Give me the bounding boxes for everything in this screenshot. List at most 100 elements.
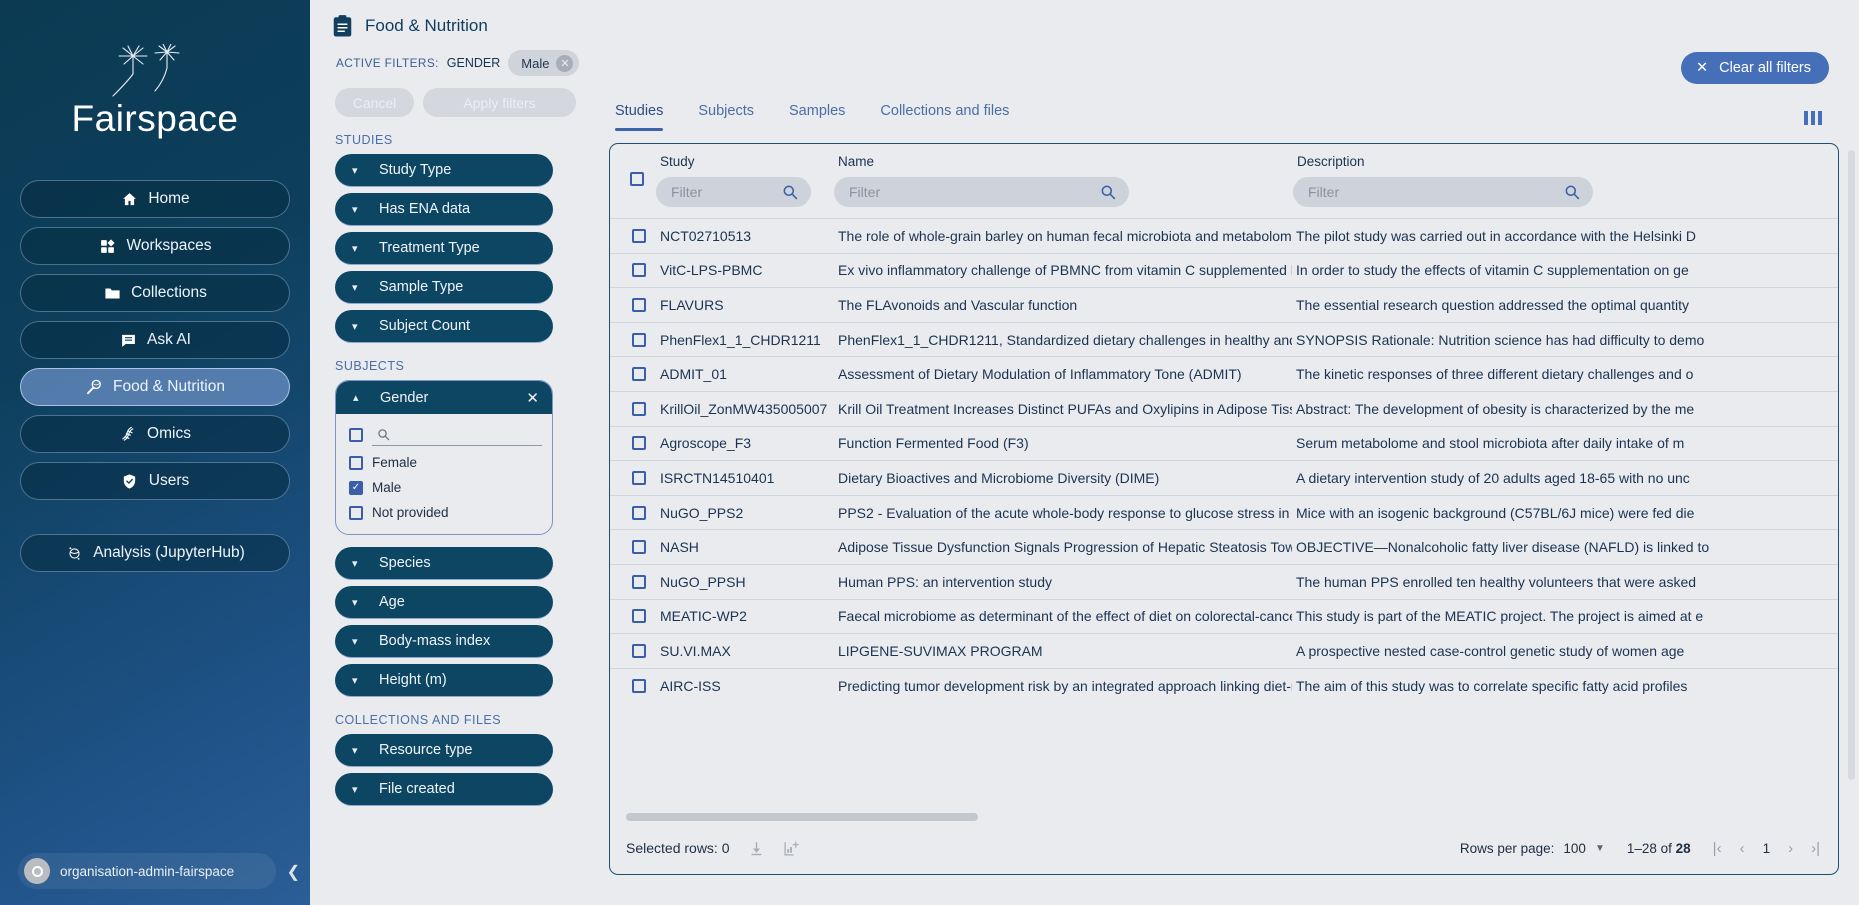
table-row[interactable]: VitC-LPS-PBMC Ex vivo inflammatory challe… — [610, 252, 1838, 288]
next-page-button[interactable]: › — [1788, 840, 1793, 857]
table-row[interactable]: ISRCTN14510401 Dietary Bioactives and Mic… — [610, 460, 1838, 495]
row-checkbox[interactable] — [632, 263, 646, 278]
table-row[interactable]: FLAVURS The FLAvonoids and Vascular funct… — [610, 287, 1838, 322]
vertical-scrollbar[interactable] — [1848, 150, 1855, 780]
row-checkbox[interactable] — [632, 436, 646, 451]
page-title-text: Food & Nutrition — [365, 16, 488, 35]
active-filter-chip[interactable]: Male ✕ — [508, 50, 580, 76]
column-name: Name Filter — [834, 144, 1131, 207]
chevron-down-icon: ▾ — [352, 783, 358, 796]
chevron-down-icon[interactable]: ▼ — [1595, 843, 1605, 854]
previous-page-button[interactable]: ‹ — [1740, 840, 1745, 857]
download-icon[interactable] — [748, 840, 765, 857]
name-filter-input[interactable]: Filter — [834, 177, 1129, 207]
table-row[interactable]: NASH Adipose Tissue Dysfunction Signals P… — [610, 529, 1838, 564]
clear-all-filters-button[interactable]: ✕ Clear all filters — [1680, 52, 1829, 84]
search-icon[interactable] — [1100, 184, 1116, 200]
gender-option-female[interactable]: Female — [336, 450, 552, 475]
collapse-sidebar-icon[interactable]: ❮ — [287, 865, 300, 881]
sidebar-item-collections[interactable]: Collections — [20, 274, 290, 312]
filter-accordion-age[interactable]: ▾ Age — [335, 586, 553, 619]
tab-samples[interactable]: Samples — [789, 103, 845, 142]
sidebar-item-home[interactable]: Home — [20, 180, 290, 218]
remove-filter-icon[interactable]: ✕ — [556, 54, 574, 72]
cancel-button[interactable]: Cancel — [335, 88, 414, 117]
row-checkbox[interactable] — [632, 228, 646, 243]
checkbox[interactable] — [349, 505, 363, 520]
sidebar-item-ask-ai[interactable]: Ask AI — [20, 321, 290, 359]
table-row[interactable]: MEATIC-WP2 Faecal microbiome as determina… — [610, 598, 1838, 634]
row-checkbox[interactable] — [632, 678, 646, 693]
filter-accordion-resource-type[interactable]: ▾ Resource type — [335, 734, 553, 767]
row-checkbox[interactable] — [632, 574, 646, 589]
study-filter-input[interactable]: Filter — [656, 177, 811, 207]
filter-accordion-has-ena-data[interactable]: ▾ Has ENA data — [335, 193, 553, 226]
horizontal-scrollbar[interactable] — [618, 813, 1838, 822]
studies-table: Study Filter Name Filter Description Fil… — [609, 143, 1839, 875]
gender-option-not-provided[interactable]: Not provided — [336, 500, 552, 525]
tab-studies[interactable]: Studies — [615, 103, 663, 142]
chevron-down-icon: ▾ — [352, 203, 358, 216]
filter-accordion-body-mass-index[interactable]: ▾ Body-mass index — [335, 625, 553, 658]
column-description: Description Filter — [1293, 144, 1645, 207]
cell-name: Krill Oil Treatment Increases Distinct P… — [838, 400, 1292, 417]
last-page-button[interactable]: ›| — [1811, 840, 1820, 857]
apply-filters-button[interactable]: Apply filters — [423, 88, 576, 117]
horizontal-scrollbar-thumb[interactable] — [626, 813, 978, 821]
gender-option-male[interactable]: Male — [336, 475, 552, 500]
row-checkbox[interactable] — [632, 609, 646, 624]
sidebar-item-food-nutrition[interactable]: Food & Nutrition — [20, 368, 290, 406]
filter-accordion-treatment-type[interactable]: ▾ Treatment Type — [335, 232, 553, 265]
sidebar-item-analysis-jupyterhub[interactable]: Analysis (JupyterHub) — [20, 534, 290, 572]
filter-accordion-height[interactable]: ▾ Height (m) — [335, 664, 553, 697]
row-checkbox[interactable] — [632, 505, 646, 520]
tab-subjects[interactable]: Subjects — [698, 103, 754, 142]
filter-accordion-sample-type[interactable]: ▾ Sample Type — [335, 271, 553, 304]
table-header: Study Filter Name Filter Description Fil… — [610, 144, 1838, 218]
filter-accordion-gender-header[interactable]: ▴ Gender ✕ — [336, 381, 552, 414]
row-checkbox[interactable] — [632, 470, 646, 485]
sidebar-item-label: Analysis (JupyterHub) — [93, 544, 245, 561]
close-icon[interactable]: ✕ — [526, 389, 539, 407]
table-row[interactable]: ADMIT_01 Assessment of Dietary Modulation… — [610, 356, 1838, 391]
checkbox[interactable] — [349, 480, 363, 495]
row-checkbox[interactable] — [632, 297, 646, 312]
filter-accordion-file-created[interactable]: ▾ File created — [335, 773, 553, 806]
table-row[interactable]: AIRC-ISS Predicting tumor development ris… — [610, 667, 1838, 703]
rows-per-page[interactable]: Rows per page: 100 ▼ — [1460, 841, 1605, 856]
table-row[interactable]: SU.VI.MAX LIPGENE-SUVIMAX PROGRAM A prospe… — [610, 633, 1838, 668]
sidebar-item-workspaces[interactable]: Workspaces — [20, 227, 290, 265]
column-settings-icon[interactable] — [1804, 110, 1822, 131]
sidebar-item-omics[interactable]: Omics — [20, 415, 290, 453]
filter-accordion-species[interactable]: ▾ Species — [335, 547, 553, 580]
table-row[interactable]: PhenFlex1_1_CHDR1211 PhenFlex1_1_CHDR1211… — [610, 321, 1838, 357]
table-row[interactable]: NCT02710513 The role of whole-grain barle… — [610, 218, 1838, 253]
table-row[interactable]: KrillOil_ZonMW435005007 Krill Oil Treatme… — [610, 390, 1838, 426]
row-checkbox[interactable] — [632, 643, 646, 658]
row-checkbox[interactable] — [632, 367, 646, 382]
description-filter-placeholder: Filter — [1308, 184, 1340, 200]
table-row[interactable]: NuGO_PPS2 PPS2 - Evaluation of the acute … — [610, 494, 1838, 530]
accordion-group-subjects: ▴ Gender ✕ Female ✓ Male Not provided ▾ … — [310, 380, 600, 697]
row-checkbox[interactable] — [632, 540, 646, 555]
filter-accordion-study-type[interactable]: ▾ Study Type — [335, 154, 553, 187]
row-checkbox[interactable] — [632, 332, 646, 347]
sidebar-item-users[interactable]: Users — [20, 462, 290, 500]
filter-accordion-subject-count[interactable]: ▾ Subject Count — [335, 310, 553, 343]
search-icon[interactable] — [1564, 184, 1580, 200]
tab-collections-and-files[interactable]: Collections and files — [880, 103, 1009, 142]
row-checkbox[interactable] — [632, 401, 646, 416]
table-row[interactable]: NuGO_PPSH Human PPS: an intervention stud… — [610, 563, 1838, 599]
user-menu[interactable]: organisation-admin-fairspace — [18, 853, 276, 889]
select-all-rows-checkbox[interactable] — [630, 172, 644, 186]
table-row[interactable]: Agroscope_F3 Function Fermented Food (F3)… — [610, 425, 1838, 461]
first-page-button[interactable]: |‹ — [1713, 840, 1722, 857]
add-chart-icon[interactable] — [783, 840, 800, 857]
select-all-checkbox[interactable] — [349, 428, 363, 442]
search-icon[interactable] — [782, 184, 798, 200]
description-filter-input[interactable]: Filter — [1293, 177, 1593, 207]
gender-search-input[interactable] — [372, 424, 542, 446]
magnifier-food-icon — [85, 378, 103, 396]
checkbox[interactable] — [349, 455, 363, 470]
chevron-down-icon: ▾ — [352, 320, 358, 333]
